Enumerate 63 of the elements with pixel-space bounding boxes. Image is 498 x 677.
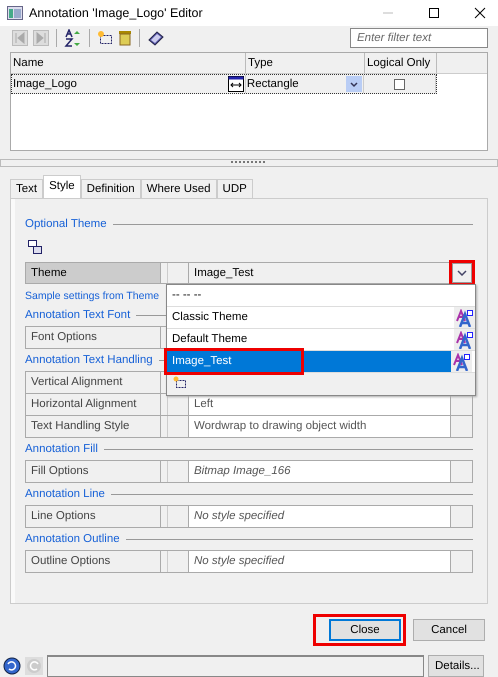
- filter-field[interactable]: Enter filter text: [350, 28, 488, 48]
- new-icon[interactable]: [97, 30, 113, 46]
- row-grip[interactable]: [160, 263, 168, 283]
- forward-icon[interactable]: [33, 30, 49, 46]
- close-icon[interactable]: [474, 6, 486, 19]
- property-label: Vertical Alignment: [30, 375, 124, 390]
- column-header[interactable]: Logical Only: [365, 53, 437, 74]
- grid-row[interactable]: Image_Logo Rectangle: [11, 74, 437, 94]
- dropdown-button[interactable]: [452, 263, 472, 283]
- section-heading: Annotation Text Font: [25, 309, 130, 321]
- tab[interactable]: Where Used: [140, 179, 217, 198]
- property-value: No style specified: [194, 555, 284, 567]
- property-value: Bitmap Image_166: [194, 465, 291, 477]
- property-value: Left: [194, 398, 214, 410]
- details-button[interactable]: Details...: [428, 655, 484, 677]
- row-grip[interactable]: [160, 394, 168, 415]
- column-header[interactable]: Name: [11, 53, 246, 74]
- dialog-button[interactable]: Cancel: [413, 619, 485, 641]
- app-icon: [7, 6, 23, 20]
- row-grip[interactable]: [160, 551, 168, 572]
- row-grip[interactable]: [160, 506, 168, 527]
- logical-only-checkbox[interactable]: [394, 78, 406, 90]
- section-heading: Optional Theme: [25, 218, 107, 230]
- splitter-handle[interactable]: [0, 158, 498, 167]
- tab[interactable]: Text: [10, 179, 44, 198]
- property-label: Outline Options: [30, 554, 112, 569]
- row-grip[interactable]: [160, 416, 168, 437]
- type-cell: Rectangle: [246, 78, 299, 90]
- rectangle-icon: [228, 76, 244, 92]
- dropdown-option[interactable]: -- -- --: [167, 285, 454, 306]
- dropdown-option[interactable]: Default Theme: [167, 329, 454, 350]
- row-grip[interactable]: [160, 461, 168, 482]
- dialog-button[interactable]: Close: [329, 619, 401, 641]
- maximize-icon[interactable]: [428, 6, 440, 19]
- property-label: Font Options: [30, 330, 98, 345]
- name-cell: Image_Logo: [13, 78, 77, 90]
- window-title: Annotation 'Image_Logo' Editor: [29, 6, 203, 20]
- property-value: Wordwrap to drawing object width: [194, 420, 366, 432]
- new-icon[interactable]: [173, 376, 187, 388]
- property-label: Theme: [26, 263, 160, 283]
- section-heading: Annotation Outline: [25, 533, 120, 545]
- section-heading: Annotation Line: [25, 488, 105, 500]
- undo-icon[interactable]: [3, 657, 21, 675]
- chevron-down-icon: [457, 270, 467, 276]
- property-label: Horizontal Alignment: [30, 397, 138, 412]
- tab[interactable]: Style: [43, 175, 81, 198]
- tab[interactable]: UDP: [216, 179, 253, 198]
- dropdown-icon[interactable]: [346, 76, 362, 92]
- trash-icon[interactable]: [118, 30, 132, 46]
- property-label: Fill Options: [30, 464, 90, 479]
- sample-note: Sample settings from Theme: [25, 290, 160, 304]
- property-value: No style specified: [194, 510, 284, 522]
- theme-value: Image_Test: [194, 267, 254, 279]
- back-icon[interactable]: [12, 30, 28, 46]
- column-header[interactable]: Type: [246, 53, 365, 74]
- theme-icon[interactable]: [28, 240, 42, 254]
- section-heading: Annotation Fill: [25, 443, 98, 455]
- section-heading: Annotation Text Handling: [25, 354, 153, 366]
- tab[interactable]: Definition: [80, 179, 141, 198]
- dropdown-option[interactable]: Classic Theme: [167, 307, 454, 328]
- property-label: Text Handling Style: [30, 419, 130, 434]
- property-label: Line Options: [30, 509, 97, 524]
- sort-icon[interactable]: [64, 29, 82, 48]
